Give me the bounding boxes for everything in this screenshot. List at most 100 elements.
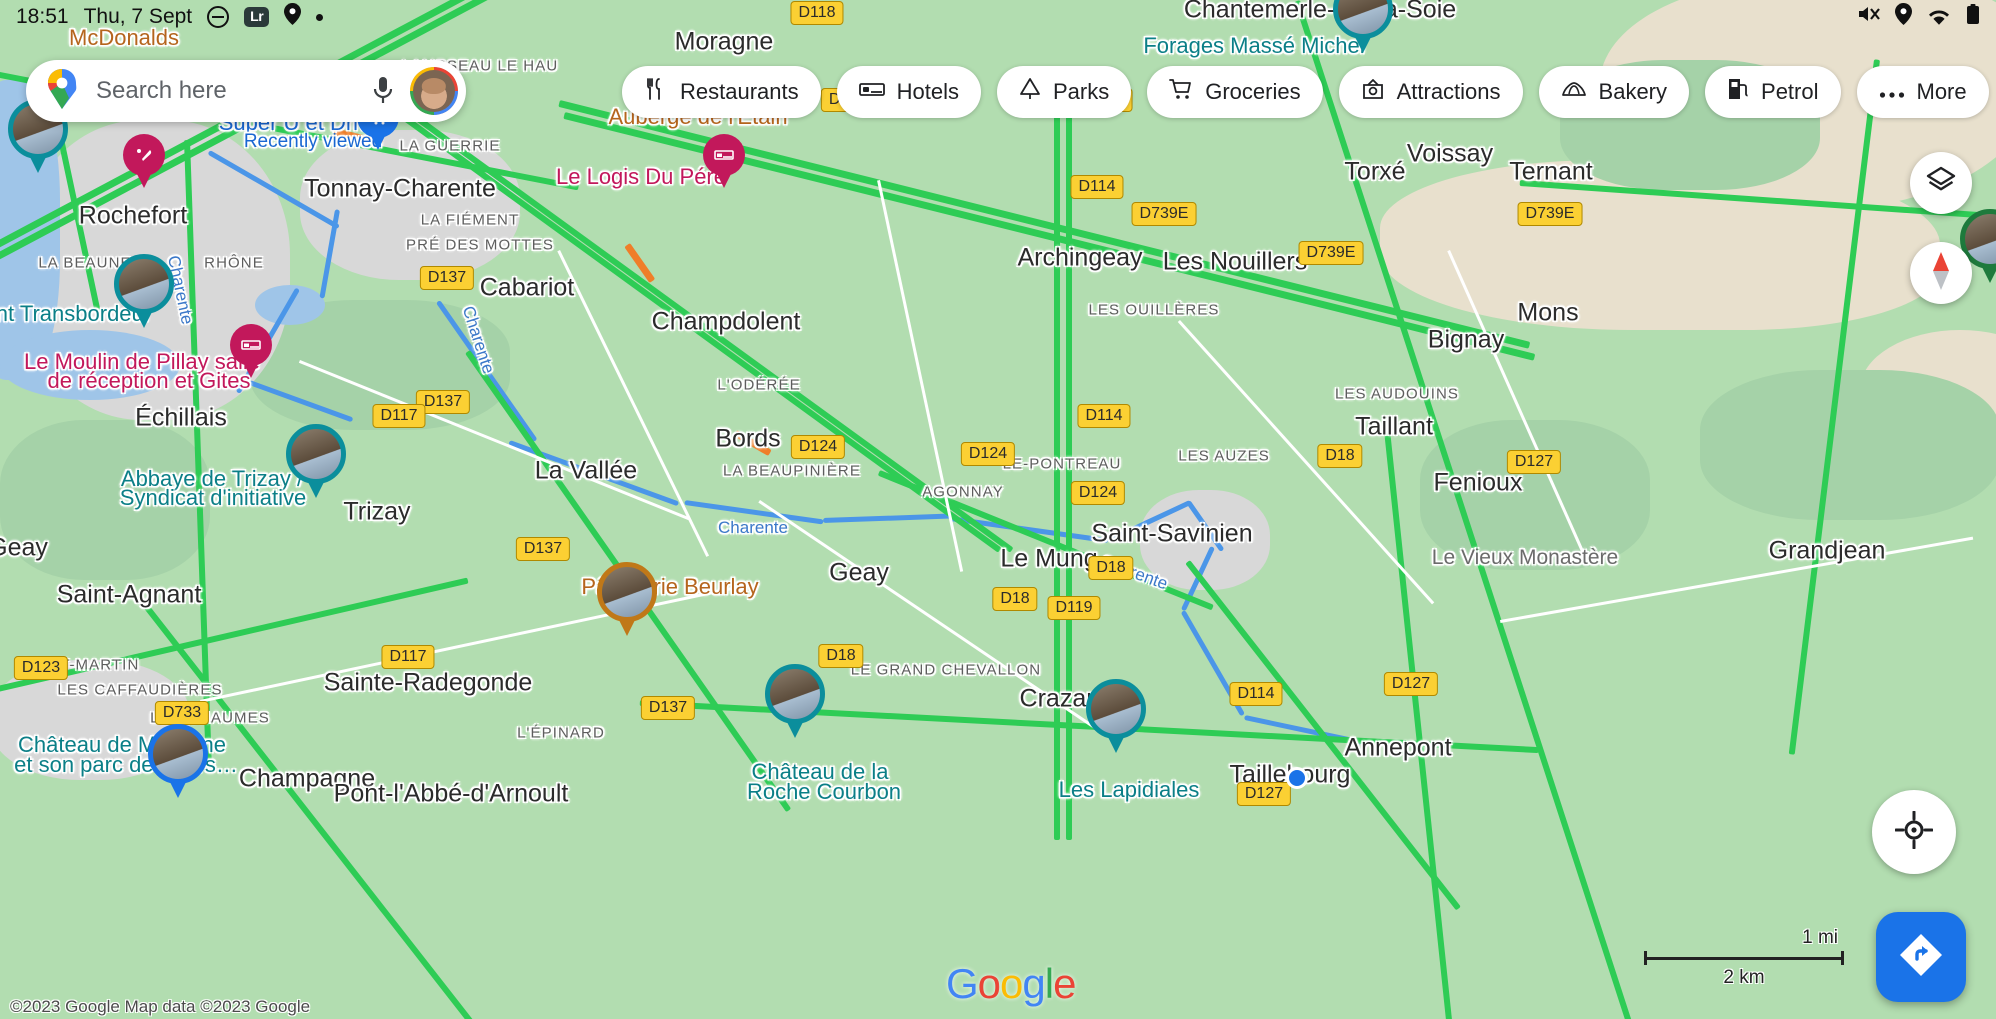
chip-label: Parks — [1052, 79, 1110, 104]
google-logo: Google — [946, 960, 1076, 1007]
attraction-camera-icon — [1361, 77, 1385, 107]
road-shield: D127 — [1236, 782, 1292, 806]
transit-dot[interactable] — [1286, 767, 1308, 789]
lapidiales-photo[interactable] — [1086, 679, 1146, 755]
search-bar[interactable]: Search here — [26, 60, 466, 122]
road-shield: D739E — [1517, 202, 1583, 226]
map-label-hamlet: LE-PONTREAU — [1002, 455, 1122, 473]
road-shield: D18 — [992, 587, 1038, 611]
battery-icon — [1966, 3, 1980, 31]
chip-petrol[interactable]: Petrol — [1705, 66, 1841, 118]
map-label-city: Ternant — [1509, 157, 1593, 186]
map-label-poi: Le Vieux Monastère — [1431, 546, 1619, 569]
chateau-photo[interactable] — [765, 664, 825, 740]
my-location-button[interactable] — [1872, 790, 1956, 874]
chip-hotels[interactable]: Hotels — [836, 66, 981, 118]
google-logo-letter: g — [1022, 960, 1045, 1007]
directions-arrow-icon — [1898, 932, 1944, 983]
road-shield: D18 — [1317, 444, 1363, 468]
park-tree-icon — [1019, 77, 1041, 107]
road-shield: D114 — [1077, 404, 1131, 428]
compass-needle-icon — [1930, 250, 1952, 297]
map-label-hamlet: RHÔNE — [204, 254, 264, 272]
hotel-bed-pin-icon[interactable] — [703, 134, 745, 190]
chip-label: Petrol — [1761, 79, 1819, 104]
road-shield: D739E — [1131, 202, 1197, 226]
map-label-hamlet: LA FIÉMENT — [420, 211, 520, 229]
map-label-city: Saint-Agnant — [56, 580, 202, 609]
chip-label: Restaurants — [680, 79, 799, 104]
map-label-city: Geay — [829, 558, 889, 587]
road-shield: D114 — [1229, 682, 1283, 706]
map-label-poi: de réception et Gites — [47, 368, 251, 393]
chateau-melusine-photo[interactable] — [148, 724, 208, 800]
road-shield: D123 — [13, 656, 69, 680]
map-label-hamlet: LES CAFFAUDIÈRES — [57, 681, 223, 699]
map-label-city: Grandjean — [1768, 536, 1886, 565]
wifi-icon — [1926, 4, 1952, 31]
map-label-hamlet: LES OUILLÈRES — [1088, 301, 1220, 319]
category-chips[interactable]: Restaurants Hotels Parks Groceries Attractio… — [622, 66, 1989, 118]
status-bar: 18:51 Thu, 7 Sept Lr — [0, 0, 1996, 34]
map-label-city: Bignay — [1427, 325, 1505, 354]
do-not-disturb-icon — [207, 6, 230, 28]
google-maps-pin-icon — [46, 68, 78, 114]
map-label-hamlet: L'ÉPINARD — [517, 724, 605, 742]
chip-label: Hotels — [896, 79, 959, 104]
map-label-city: Pont-l'Abbé-d'Arnoult — [333, 779, 569, 808]
scale-bar: 1 mi 2 km — [1644, 927, 1844, 989]
road-shield: D739E — [1298, 241, 1364, 265]
microphone-icon[interactable] — [366, 74, 400, 108]
chip-groceries[interactable]: Groceries — [1147, 66, 1323, 118]
map-label-city: Échillais — [135, 403, 227, 432]
patisserie-photo[interactable] — [597, 562, 657, 638]
chip-attractions[interactable]: Attractions — [1338, 66, 1523, 118]
map-label-hamlet: PRÉ DES MOTTES — [406, 236, 554, 254]
google-logo-letter: e — [1053, 960, 1076, 1007]
hotel-bed-icon — [858, 78, 885, 106]
location-pin-icon — [284, 3, 302, 31]
compass-button[interactable] — [1910, 242, 1972, 304]
map-label-poi: Le Logis Du Péré — [556, 164, 726, 189]
fuel-pump-icon — [1727, 77, 1749, 107]
chip-bakery[interactable]: Bakery — [1538, 66, 1690, 118]
map-canvas[interactable]: Rochefort Tonnay-Charente Cabariot Champdol… — [0, 0, 1996, 1019]
chip-label: Attractions — [1396, 79, 1501, 104]
google-logo-letter: G — [946, 960, 979, 1007]
lightroom-app-icon: Lr — [244, 7, 270, 27]
map-label-hamlet: LA BEAUPINIÈRE — [723, 462, 861, 480]
map-label-poi: Syndicat d'initiative — [119, 485, 307, 510]
more-dots-icon — [1879, 79, 1905, 105]
account-avatar[interactable] — [410, 67, 458, 115]
volume-muted-icon — [1857, 3, 1881, 31]
map-label-city: Cabariot — [479, 273, 575, 302]
scale-bar-line — [1644, 951, 1844, 965]
camera-pin-icon[interactable] — [114, 254, 174, 330]
search-input[interactable]: Search here — [96, 77, 366, 105]
abbey-photo[interactable] — [286, 424, 346, 500]
recording-dot-icon — [316, 13, 324, 21]
scale-km: 2 km — [1723, 967, 1765, 988]
map-label-city: Trizay — [343, 497, 411, 526]
chip-restaurants[interactable]: Restaurants — [622, 66, 821, 118]
map-label-city: Tonnay-Charente — [304, 174, 496, 203]
map-label-hamlet: LES AUZES — [1178, 447, 1270, 465]
road-shield: D137 — [640, 696, 696, 720]
chip-parks[interactable]: Parks — [996, 66, 1132, 118]
hotel-bed-pin-icon[interactable] — [230, 324, 272, 380]
road-shield: D124 — [1070, 481, 1126, 505]
map-label-city: Geay — [0, 533, 48, 562]
map-layers-button[interactable] — [1910, 152, 1972, 214]
chip-more[interactable]: More — [1856, 66, 1989, 118]
road-shield: D124 — [790, 435, 846, 459]
map-label-city: Annepont — [1344, 733, 1452, 762]
directions-button[interactable] — [1876, 912, 1966, 1002]
croissant-icon — [1561, 79, 1587, 105]
map-label-hamlet: LE GRAND CHEVALLON — [850, 661, 1042, 679]
chip-label: Groceries — [1205, 79, 1301, 104]
map-label-hamlet: LES AUDOUINS — [1334, 385, 1460, 403]
restaurant-pin-icon[interactable] — [123, 134, 165, 190]
road-shield: D18 — [818, 644, 864, 668]
road-shield: D114 — [1070, 175, 1124, 199]
map-label-hamlet: L'ODÉRÉE — [717, 376, 801, 394]
